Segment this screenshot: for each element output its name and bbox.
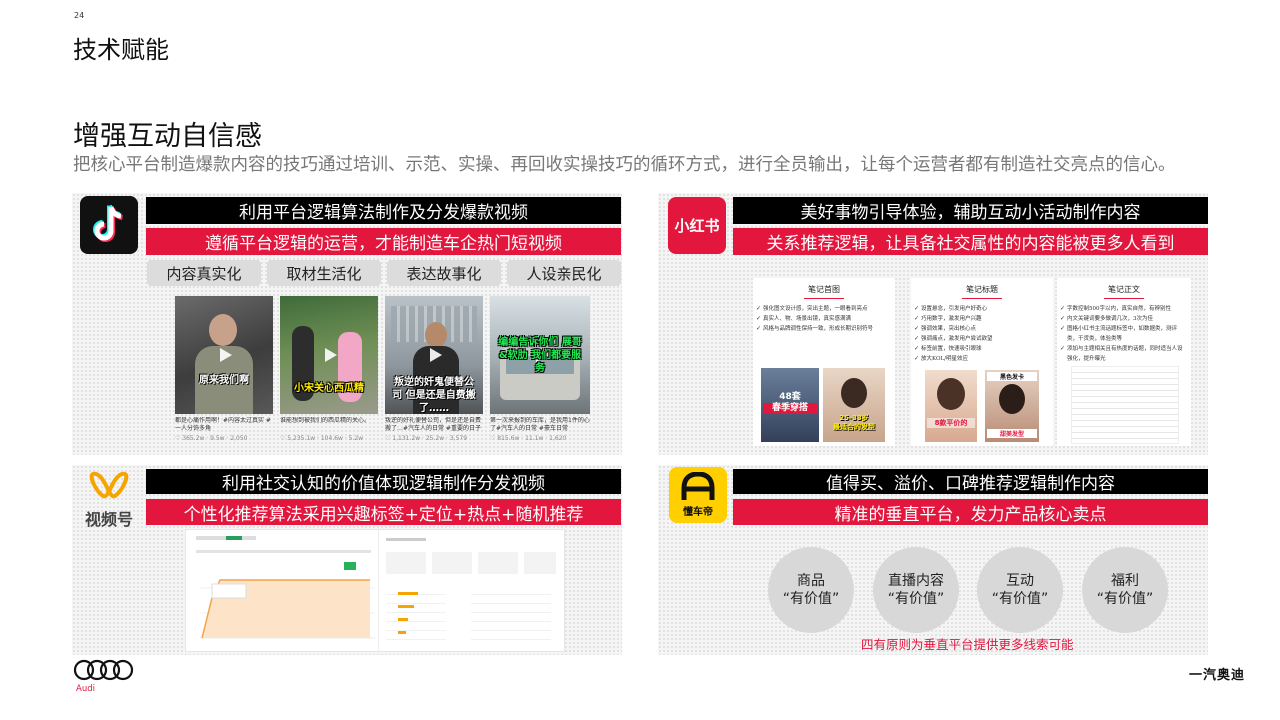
video-card[interactable]: 小宋关心西瓜精 谁能想到被我们的西瓜精的关心。 ♡ 5,235.1w · 104… [280, 296, 378, 454]
video-stats: ♡ 815.6w · 11.1w · 1,620 [490, 435, 567, 442]
dongchedi-car-icon [681, 472, 715, 500]
dongchedi-red-bar: 精准的垂直平台，发力产品核心卖点 [733, 499, 1208, 525]
shipinhao-black-bar: 利用社交认知的价值体现逻辑制作分发视频 [146, 469, 621, 494]
note-screenshot [1071, 366, 1179, 444]
note-item: 标签前置，快速吸引眼球 [914, 344, 1047, 354]
video-overlay-text: 叛逆的奸鬼便替公司 但是还是自费搬了…… [392, 377, 476, 414]
note-item: 放大KOL/明星效应 [914, 354, 1047, 364]
note-image: 黑色发卡 甜美发型 [985, 370, 1039, 442]
douyin-black-bar: 利用平台逻辑算法制作及分发爆款视频 [146, 197, 621, 224]
video-card[interactable]: 叛逆的奸鬼便替公司 但是还是自费搬了…… 叛逆的好礼便替公司，但是还是自费搬了…… [385, 296, 483, 454]
video-overlay-text: 原来我们啊 [199, 375, 249, 386]
note-item: 添加与主题相关且有热度的话题，同时适当人设强化，提升曝光 [1060, 344, 1185, 364]
note-card-title: 笔记标题 [966, 285, 998, 294]
xiaohongshu-logo: 小红书 [668, 197, 726, 254]
video-thumbnail: 原来我们啊 [175, 296, 273, 414]
note-item: 图格小红书主流话题标签中，如数据类，测评类，干货类，体验类等 [1060, 324, 1185, 344]
video-caption: 叛逆的好礼便替公司，但是还是自费搬了…#汽车人的日常 #重要的日子 [385, 417, 482, 432]
note-item: 巧用数字，激发用户兴趣 [914, 314, 1047, 324]
video-stats: ♡ 5,235.1w · 104.6w · 5.2w [280, 435, 364, 442]
play-icon [430, 348, 442, 362]
section-heading: 增强互动自信感 [73, 121, 262, 152]
video-overlay-text: 编编告诉你们 展哥&软肋 我们都要服务 [498, 337, 582, 374]
douyin-tag: 人设亲民化 [507, 260, 621, 286]
play-icon [220, 348, 232, 362]
note-image: 8款平价的 [925, 370, 977, 442]
douyin-tag: 取材生活化 [267, 260, 381, 286]
xiaohongshu-logo-text: 小红书 [674, 217, 720, 235]
note-item: 真实人、物、场景出镜，真实感满满 [756, 314, 889, 324]
dongchedi-footnote: 四有原则为垂直平台提供更多线索可能 [861, 637, 1074, 652]
note-item: 字数控制500字以内，真实自然，有辨别性 [1060, 304, 1185, 314]
section-subtitle: 把核心平台制造爆款内容的技巧通过培训、示范、实操、再回收实操技巧的循环方式，进行… [73, 155, 1176, 175]
douyin-tag: 表达故事化 [387, 260, 501, 286]
video-thumbnail: 编编告诉你们 展哥&软肋 我们都要服务 [490, 296, 590, 414]
brand-name: 一汽奥迪 [1188, 668, 1245, 683]
xhs-note-card: 笔记标题 设置悬念，引发用户好奇心 巧用数字，激发用户兴趣 强调效果，突出核心点… [911, 278, 1053, 446]
note-image: 25-33岁 最适合的发型 [823, 368, 885, 442]
value-circle-product: 商品 “有价值” [768, 547, 854, 633]
play-icon [325, 348, 337, 362]
video-overlay-text: 小宋关心西瓜精 [294, 383, 364, 394]
value-circle-benefit: 福利 “有价值” [1082, 547, 1168, 633]
douyin-logo-icon [80, 196, 138, 254]
xhs-note-card: 笔记正文 字数控制500字以内，真实自然，有辨别性 内文关键词要多做调几次，3次… [1057, 278, 1191, 446]
shipinhao-logo-text: 视频号 [84, 510, 133, 529]
dongchedi-black-bar: 值得买、溢价、口碑推荐逻辑制作内容 [733, 469, 1208, 494]
note-item: 内文关键词要多做调几次，3次为佳 [1060, 314, 1185, 324]
audi-wordmark: Audi [76, 684, 95, 694]
video-caption: 第一次来报到的车库，是我用1件的心了#汽车人的日常 #豪车日常 [490, 417, 590, 432]
value-circle-live: 直播内容 “有价值” [873, 547, 959, 633]
note-item: 强调效果，突出核心点 [914, 324, 1047, 334]
note-item: 设置悬念，引发用户好奇心 [914, 304, 1047, 314]
note-card-title: 笔记正文 [1108, 285, 1140, 294]
video-caption: 都是心痛作用啊！#内容太过真实 #一人分饰多角 [175, 417, 271, 432]
video-thumbnail: 小宋关心西瓜精 [280, 296, 378, 414]
video-card[interactable]: 编编告诉你们 展哥&软肋 我们都要服务 第一次来报到的车库，是我用1件的心了#汽… [490, 296, 590, 454]
douyin-tag: 内容真实化 [147, 260, 261, 286]
value-circle-interaction: 互动 “有价值” [977, 547, 1063, 633]
dongchedi-logo: 懂车帝 [669, 467, 727, 523]
video-stats: ♡ 365.2w · 9.5w · 2,050 [175, 435, 248, 442]
xiaohongshu-red-bar: 关系推荐逻辑，让具备社交属性的内容能被更多人看到 [733, 228, 1208, 255]
xiaohongshu-black-bar: 美好事物引导体验，辅助互动小活动制作内容 [733, 197, 1208, 224]
dongchedi-logo-text: 懂车帝 [683, 507, 713, 518]
audi-rings-icon [73, 659, 134, 681]
video-stats: ♡ 1,131.2w · 25.2w · 3,579 [385, 435, 468, 442]
note-image: 48套 春季穿搭 [761, 368, 819, 442]
analytics-screenshot [185, 529, 565, 652]
video-card[interactable]: 原来我们啊 都是心痛作用啊！#内容太过真实 #一人分饰多角 ♡ 365.2w ·… [175, 296, 273, 454]
video-caption: 谁能想到被我们的西瓜精的关心。 [280, 417, 371, 424]
douyin-red-bar: 遵循平台逻辑的运营，才能制造车企热门短视频 [146, 228, 621, 255]
note-item: 强调痛点，激发用户尝试欲望 [914, 334, 1047, 344]
shipinhao-butterfly-icon [89, 471, 129, 499]
area-chart-thumbnail [200, 579, 375, 639]
page-title: 技术赋能 [73, 36, 169, 64]
video-thumbnail: 叛逆的奸鬼便替公司 但是还是自费搬了…… [385, 296, 483, 414]
shipinhao-red-bar: 个性化推荐算法采用兴趣标签+定位+热点+随机推荐 [146, 499, 621, 525]
page-number: 24 [74, 11, 85, 20]
xhs-note-card: 笔记首图 强化图文设计感，突出主题，一眼看到亮点 真实人、物、场景出镜，真实感满… [753, 278, 895, 446]
note-card-title: 笔记首图 [808, 285, 840, 294]
note-item: 强化图文设计感，突出主题，一眼看到亮点 [756, 304, 889, 314]
note-item: 风格与品牌调性保持一致，形成长期识别符号 [756, 324, 889, 334]
shipinhao-logo: 视频号 [78, 470, 140, 529]
